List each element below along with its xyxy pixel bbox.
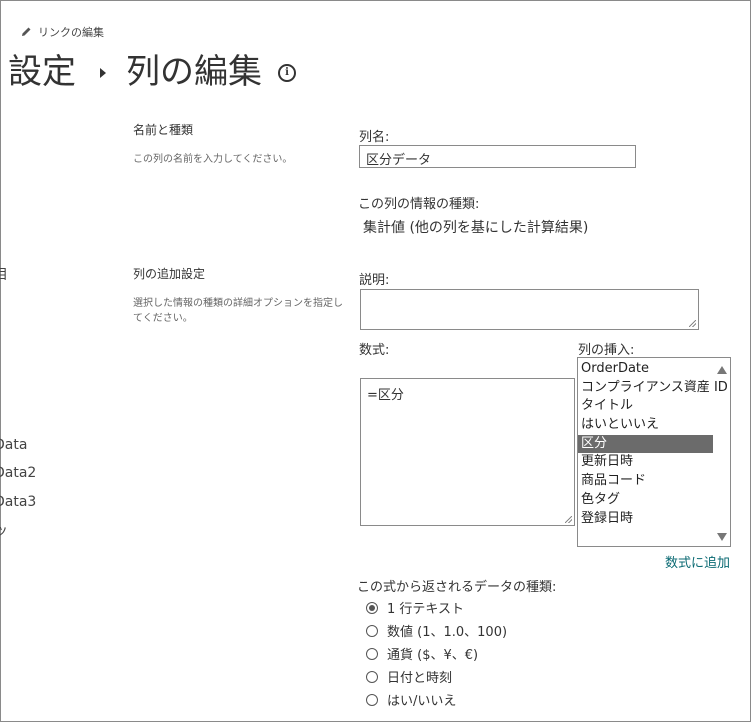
resize-handle-icon[interactable]	[689, 320, 696, 327]
list-item[interactable]: 色タグ	[578, 491, 713, 510]
radio-button[interactable]	[366, 647, 378, 660]
section-desc-name-type: この列の名前を入力してください。	[133, 154, 293, 165]
column-name-input[interactable]: 区分データ	[359, 145, 636, 168]
radio-button[interactable]	[366, 670, 378, 683]
breadcrumb-settings[interactable]: 設定	[8, 44, 76, 93]
nav-item[interactable]: Data3	[0, 494, 36, 510]
nav-item[interactable]: ッ	[0, 520, 8, 540]
list-item[interactable]: コンプライアンス資産 ID	[578, 379, 728, 398]
description-textarea[interactable]	[360, 289, 699, 330]
info-type-label: この列の情報の種類:	[358, 197, 480, 212]
formula-label: 数式:	[359, 343, 390, 358]
edit-links[interactable]: リンクの編集	[20, 24, 104, 40]
info-type-value: 集計値 (他の列を基にした計算結果)	[363, 220, 589, 236]
radio-option-number[interactable]: 数値 (1、1.0、100)	[366, 619, 507, 642]
radio-option-yesno[interactable]: はい/いいえ	[366, 688, 507, 711]
list-item[interactable]: 商品コード	[578, 472, 713, 491]
radio-label: 数値 (1、1.0、100)	[387, 625, 508, 640]
column-name-label: 列名:	[359, 130, 390, 145]
section-title-name-type: 名前と種類	[133, 123, 194, 137]
add-to-formula-link[interactable]: 数式に追加	[665, 552, 730, 571]
list-item[interactable]: OrderDate	[578, 360, 713, 379]
scroll-down-icon[interactable]	[717, 533, 727, 541]
resize-handle-icon[interactable]	[565, 516, 572, 523]
page-title: 設定 列の編集 i	[8, 44, 296, 93]
radio-button[interactable]	[366, 693, 378, 706]
nav-item[interactable]: Data	[0, 437, 27, 453]
info-icon[interactable]: i	[278, 63, 296, 82]
return-type-label: この式から返されるデータの種類:	[357, 580, 557, 595]
radio-option-currency[interactable]: 通貨 ($、¥、€)	[366, 642, 507, 665]
radio-label: 通貨 ($、¥、€)	[387, 648, 479, 663]
list-item[interactable]: はいといいえ	[578, 416, 713, 435]
scroll-up-icon[interactable]	[717, 366, 727, 374]
formula-textarea[interactable]: =区分	[360, 378, 575, 526]
radio-label: 1 行テキスト	[387, 602, 465, 617]
section-title-additional: 列の追加設定	[133, 267, 206, 281]
radio-option-datetime[interactable]: 日付と時刻	[366, 665, 507, 688]
pencil-icon	[22, 27, 31, 36]
list-item[interactable]: 更新日時	[578, 453, 713, 472]
list-item[interactable]: 登録日時	[578, 510, 713, 529]
description-label: 説明:	[359, 273, 390, 288]
section-desc-additional: 選択した情報の種類の詳細オプションを指定してください。	[133, 298, 343, 324]
insert-column-listbox[interactable]: OrderDate コンプライアンス資産 ID タイトル はいといいえ 区分 更…	[577, 357, 731, 547]
breadcrumb-separator-icon	[100, 67, 106, 78]
radio-label: 日付と時刻	[387, 671, 453, 686]
return-type-radio-group: 1 行テキスト 数値 (1、1.0、100) 通貨 ($、¥、€) 日付と時刻 …	[366, 596, 507, 711]
radio-option-single-line[interactable]: 1 行テキスト	[366, 596, 507, 619]
radio-button[interactable]	[366, 624, 378, 637]
radio-label: はい/いいえ	[387, 694, 457, 709]
edit-links-label: リンクの編集	[38, 26, 104, 39]
nav-item[interactable]: 目	[0, 264, 8, 284]
list-item-selected[interactable]: 区分	[578, 434, 713, 454]
radio-button[interactable]	[366, 601, 378, 614]
insert-column-label: 列の挿入:	[578, 343, 635, 358]
breadcrumb-current: 列の編集	[126, 52, 262, 92]
nav-item[interactable]: Data2	[0, 465, 36, 481]
formula-value: =区分	[367, 388, 404, 403]
list-item[interactable]: タイトル	[578, 397, 713, 416]
